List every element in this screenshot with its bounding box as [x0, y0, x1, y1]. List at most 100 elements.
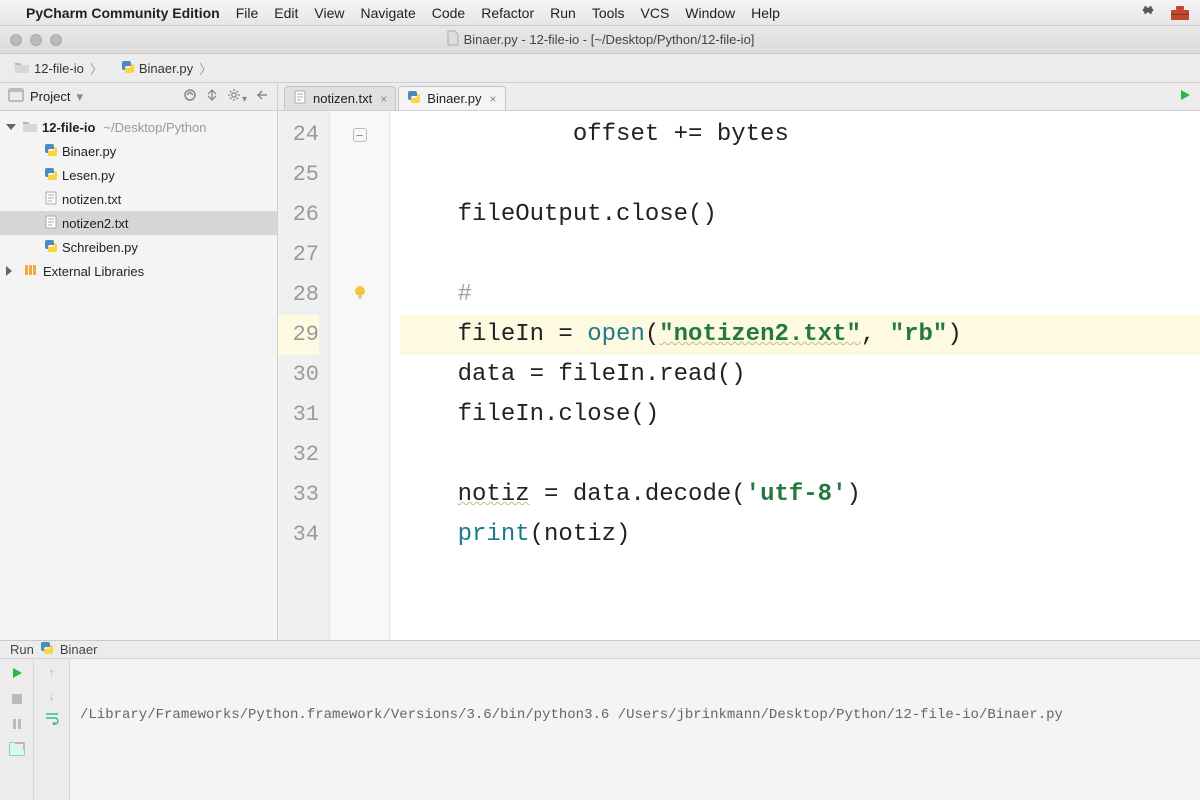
rerun-icon[interactable] [9, 665, 25, 684]
tree-file-item[interactable]: Lesen.py [0, 163, 277, 187]
line-number[interactable]: 24 [278, 115, 319, 155]
tab-label: Binaer.py [427, 91, 481, 106]
tree-root[interactable]: 12-file-io ~/Desktop/Python [0, 115, 277, 139]
hide-tool-window-icon[interactable] [255, 88, 269, 105]
tree-file-item[interactable]: Schreiben.py [0, 235, 277, 259]
expand-triangle-icon[interactable] [6, 266, 17, 276]
code-line[interactable]: data = fileIn.read() [400, 355, 1200, 395]
menu-file[interactable]: File [236, 5, 259, 21]
python-file-icon [44, 167, 58, 184]
menu-navigate[interactable]: Navigate [360, 5, 415, 21]
code-line[interactable]: fileOutput.close() [400, 195, 1200, 235]
breadcrumb-item-folder[interactable]: 12-file-io 〉 [8, 57, 111, 80]
down-arrow-icon[interactable]: ↓ [48, 688, 55, 703]
breadcrumb-item-file[interactable]: Binaer.py 〉 [115, 57, 220, 80]
document-icon [446, 30, 460, 49]
text-file-icon [44, 191, 58, 208]
code-line[interactable]: notiz = data.decode('utf-8') [400, 475, 1200, 515]
window-titlebar: Binaer.py - 12-file-io - [~/Desktop/Pyth… [0, 26, 1200, 54]
menu-view[interactable]: View [314, 5, 344, 21]
app-name[interactable]: PyCharm Community Edition [26, 5, 220, 21]
python-file-icon [407, 90, 421, 107]
menu-vcs[interactable]: VCS [641, 5, 670, 21]
scroll-from-source-icon[interactable] [205, 88, 219, 105]
code-line[interactable]: # [400, 275, 1200, 315]
close-tab-icon[interactable]: × [489, 92, 496, 106]
run-console[interactable]: /Library/Frameworks/Python.framework/Ver… [70, 659, 1200, 800]
tool-row: Project ▾ ▾ notizen.txt × Binaer.py × [0, 83, 1200, 111]
line-number-gutter[interactable]: 2425262728293031323334 [278, 111, 330, 640]
menu-code[interactable]: Code [432, 5, 465, 21]
code-area[interactable]: offset += bytes fileOutput.close() # fil… [390, 111, 1200, 640]
folder-icon [22, 119, 38, 136]
editor-tabs: notizen.txt × Binaer.py × [278, 83, 508, 110]
expand-triangle-icon[interactable] [6, 124, 16, 130]
menu-edit[interactable]: Edit [274, 5, 298, 21]
menu-help[interactable]: Help [751, 5, 780, 21]
code-line[interactable] [400, 155, 1200, 195]
code-line[interactable] [400, 235, 1200, 275]
menu-tools[interactable]: Tools [592, 5, 625, 21]
run-tool-header[interactable]: Run Binaer [0, 641, 1200, 659]
run-toolbar-secondary: ↑ ↓ [34, 659, 70, 800]
close-tab-icon[interactable]: × [380, 92, 387, 106]
run-tab-label[interactable]: Run [10, 642, 34, 657]
console-command: /Library/Frameworks/Python.framework/Ver… [80, 705, 1190, 725]
code-line[interactable]: offset += bytes [400, 115, 1200, 155]
soft-wrap-icon[interactable] [44, 711, 60, 728]
line-number[interactable]: 26 [278, 195, 319, 235]
tree-item-label: Binaer.py [62, 144, 116, 159]
fold-toggle-icon[interactable]: − [353, 128, 367, 142]
menu-run[interactable]: Run [550, 5, 576, 21]
settings-gear-icon[interactable]: ▾ [227, 88, 247, 105]
line-number[interactable]: 29 [278, 315, 319, 355]
run-config-name[interactable]: Binaer [60, 642, 98, 657]
tray-toolbox-icon[interactable] [1170, 4, 1190, 21]
line-number[interactable]: 31 [278, 395, 319, 435]
tree-file-item[interactable]: Binaer.py [0, 139, 277, 163]
line-number[interactable]: 34 [278, 515, 319, 555]
collapse-all-icon[interactable] [183, 88, 197, 105]
pause-icon[interactable] [10, 717, 24, 734]
project-tree[interactable]: 12-file-io ~/Desktop/Python Binaer.py Les… [0, 111, 278, 640]
project-tool-label: Project [30, 89, 70, 104]
main-area: 12-file-io ~/Desktop/Python Binaer.py Les… [0, 111, 1200, 640]
code-line[interactable]: fileIn = open("notizen2.txt", "rb") [400, 315, 1200, 355]
fold-gutter[interactable]: − [330, 111, 390, 640]
tree-item-label: notizen2.txt [62, 216, 129, 231]
tree-file-item[interactable]: notizen.txt [0, 187, 277, 211]
line-number[interactable]: 30 [278, 355, 319, 395]
line-number[interactable]: 27 [278, 235, 319, 275]
code-line[interactable] [400, 435, 1200, 475]
stop-icon[interactable] [10, 692, 24, 709]
python-file-icon [40, 641, 54, 658]
python-file-icon [121, 60, 135, 77]
menu-window[interactable]: Window [685, 5, 735, 21]
code-line[interactable]: fileIn.close() [400, 395, 1200, 435]
tree-root-name: 12-file-io [42, 120, 95, 135]
folder-icon [14, 60, 30, 77]
tree-external-libraries[interactable]: External Libraries [0, 259, 277, 283]
tree-file-item[interactable]: notizen2.txt [0, 211, 277, 235]
breadcrumb: 12-file-io 〉 Binaer.py 〉 [0, 54, 1200, 83]
menu-refactor[interactable]: Refactor [481, 5, 534, 21]
tree-item-label: External Libraries [43, 264, 144, 279]
code-line[interactable]: print(notiz) [400, 515, 1200, 555]
line-number[interactable]: 28 [278, 275, 319, 315]
tray-puzzle-icon[interactable] [1142, 3, 1160, 21]
tab-binaer-py[interactable]: Binaer.py × [398, 86, 505, 110]
run-play-icon[interactable] [1178, 88, 1192, 105]
up-arrow-icon[interactable]: ↑ [48, 665, 55, 680]
layout-settings-icon[interactable] [9, 742, 25, 759]
tab-label: notizen.txt [313, 91, 372, 106]
tree-item-label: Schreiben.py [62, 240, 138, 255]
chevron-down-icon[interactable]: ▾ [76, 89, 83, 105]
code-editor[interactable]: 2425262728293031323334 − offset += bytes… [278, 111, 1200, 640]
breadcrumb-label: 12-file-io [34, 61, 84, 76]
project-tool-header[interactable]: Project ▾ ▾ [0, 83, 278, 110]
tab-notizen-txt[interactable]: notizen.txt × [284, 86, 396, 110]
intention-bulb-icon[interactable] [353, 285, 367, 306]
line-number[interactable]: 32 [278, 435, 319, 475]
line-number[interactable]: 25 [278, 155, 319, 195]
line-number[interactable]: 33 [278, 475, 319, 515]
